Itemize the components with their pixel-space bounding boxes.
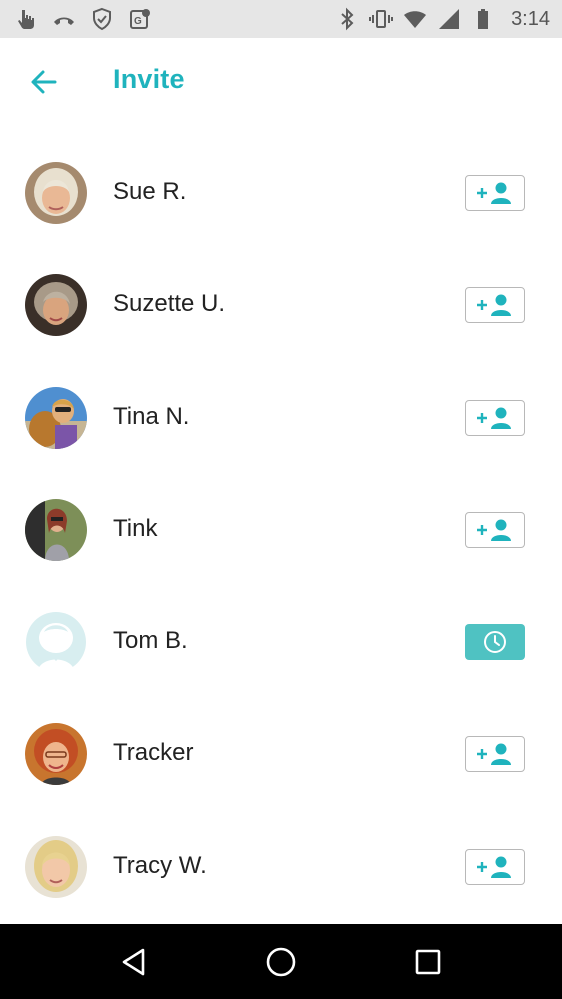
status-time: 3:14 <box>511 7 550 30</box>
back-button[interactable] <box>20 62 68 102</box>
pending-invite-button[interactable] <box>465 624 525 661</box>
contact-name: Suzette U. <box>113 290 226 318</box>
recents-square-icon <box>416 949 441 974</box>
avatar <box>25 835 87 898</box>
home-circle-icon <box>266 947 296 976</box>
contact-name: Sue R. <box>113 178 187 205</box>
status-right-icons: 3:14 <box>335 7 550 31</box>
add-friend-button[interactable] <box>465 848 525 885</box>
contact-row-tracy-w[interactable]: Tracy W. <box>0 812 562 924</box>
shield-check-icon <box>93 7 111 31</box>
nav-recents-button[interactable] <box>398 932 458 992</box>
status-left-icons: G <box>14 7 152 31</box>
add-friend-button[interactable] <box>465 399 525 436</box>
avatar <box>25 386 87 449</box>
nav-back-button[interactable] <box>104 932 164 992</box>
add-person-icon <box>477 743 511 766</box>
svg-text:G: G <box>134 16 142 27</box>
phone-missed-icon <box>54 17 74 25</box>
add-person-icon <box>477 294 511 317</box>
add-friend-button[interactable] <box>465 736 525 773</box>
contact-row-tom-b[interactable]: Tom B. <box>0 587 562 699</box>
maps-icon: G <box>130 9 150 29</box>
system-nav-bar <box>0 924 562 999</box>
arrow-left-icon <box>31 70 57 94</box>
contact-list: Sue R. Suzette U. Tina N. Tink Tom B. Tr… <box>0 138 562 924</box>
nav-home-button[interactable] <box>251 932 311 992</box>
clock-icon <box>484 631 506 654</box>
contact-row-sue-r[interactable]: Sue R. <box>0 138 562 250</box>
add-person-icon <box>477 519 511 541</box>
add-friend-button[interactable] <box>465 287 525 324</box>
contact-name: Tom B. <box>113 627 188 655</box>
add-friend-button[interactable] <box>465 175 525 211</box>
hand-icon <box>18 10 34 29</box>
page-title: Invite <box>113 64 185 94</box>
back-triangle-icon <box>122 948 144 975</box>
bluetooth-icon <box>341 7 354 31</box>
battery-icon <box>478 9 489 29</box>
contact-name: Tracker <box>113 739 194 767</box>
vibrate-icon <box>369 10 394 28</box>
contact-name: Tina N. <box>113 402 190 430</box>
contact-row-suzette-u[interactable]: Suzette U. <box>0 250 562 362</box>
contact-row-tink[interactable]: Tink <box>0 475 562 587</box>
wifi-icon <box>404 11 427 28</box>
status-bar: G 3:14 <box>0 0 562 38</box>
add-person-icon <box>477 182 511 204</box>
default-avatar-icon <box>25 611 87 674</box>
avatar <box>25 274 87 337</box>
avatar <box>25 162 87 224</box>
contact-row-tracker[interactable]: Tracker <box>0 699 562 811</box>
app-bar: Invite <box>0 38 562 124</box>
avatar <box>25 498 87 561</box>
add-person-icon <box>477 407 511 429</box>
add-person-icon <box>477 856 511 878</box>
cell-signal-icon <box>439 9 460 29</box>
avatar <box>25 723 87 786</box>
add-friend-button[interactable] <box>465 511 525 548</box>
contact-row-tina-n[interactable]: Tina N. <box>0 363 562 475</box>
contact-name: Tink <box>113 514 158 542</box>
contact-name: Tracy W. <box>113 851 207 879</box>
